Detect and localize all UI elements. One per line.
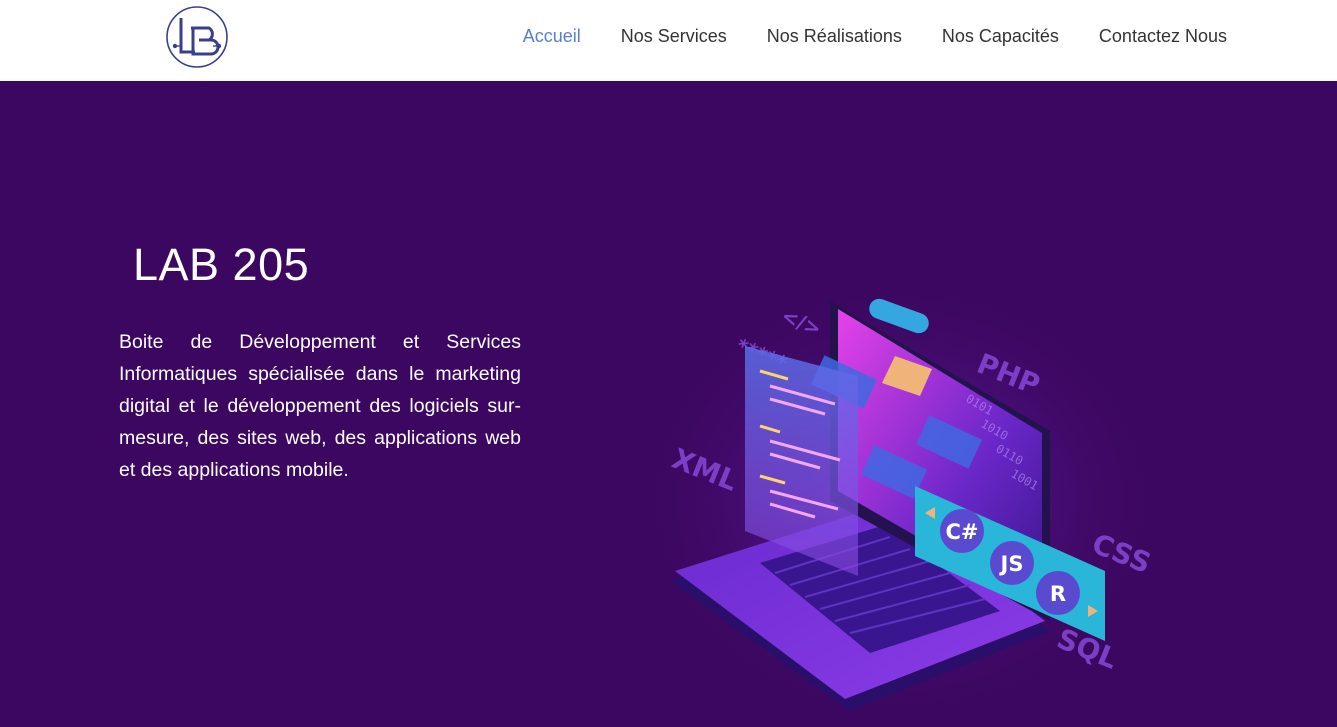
laptop-code-illustration: PHP XML CSS SQL </> ***** 0101 1010 0110… [630,271,1170,727]
main-nav: Accueil Nos Services Nos Réalisations No… [523,26,1227,47]
top-navbar: Accueil Nos Services Nos Réalisations No… [0,0,1337,81]
nav-accueil[interactable]: Accueil [523,26,581,47]
hero-title: LAB 205 [133,239,310,290]
nav-nos-capacites[interactable]: Nos Capacités [942,26,1059,47]
nav-nos-services[interactable]: Nos Services [621,26,727,47]
lab205-logo[interactable] [163,6,231,68]
nav-nos-realisations[interactable]: Nos Réalisations [767,26,902,47]
hero-section: LAB 205 Boite de Développement et Servic… [0,81,1337,727]
hero-description: Boite de Développement et Services Infor… [119,331,521,481]
js-label: JS [999,552,1024,576]
nav-contactez-nous[interactable]: Contactez Nous [1099,26,1227,47]
csharp-label: C# [945,520,978,544]
r-label: R [1050,582,1066,606]
